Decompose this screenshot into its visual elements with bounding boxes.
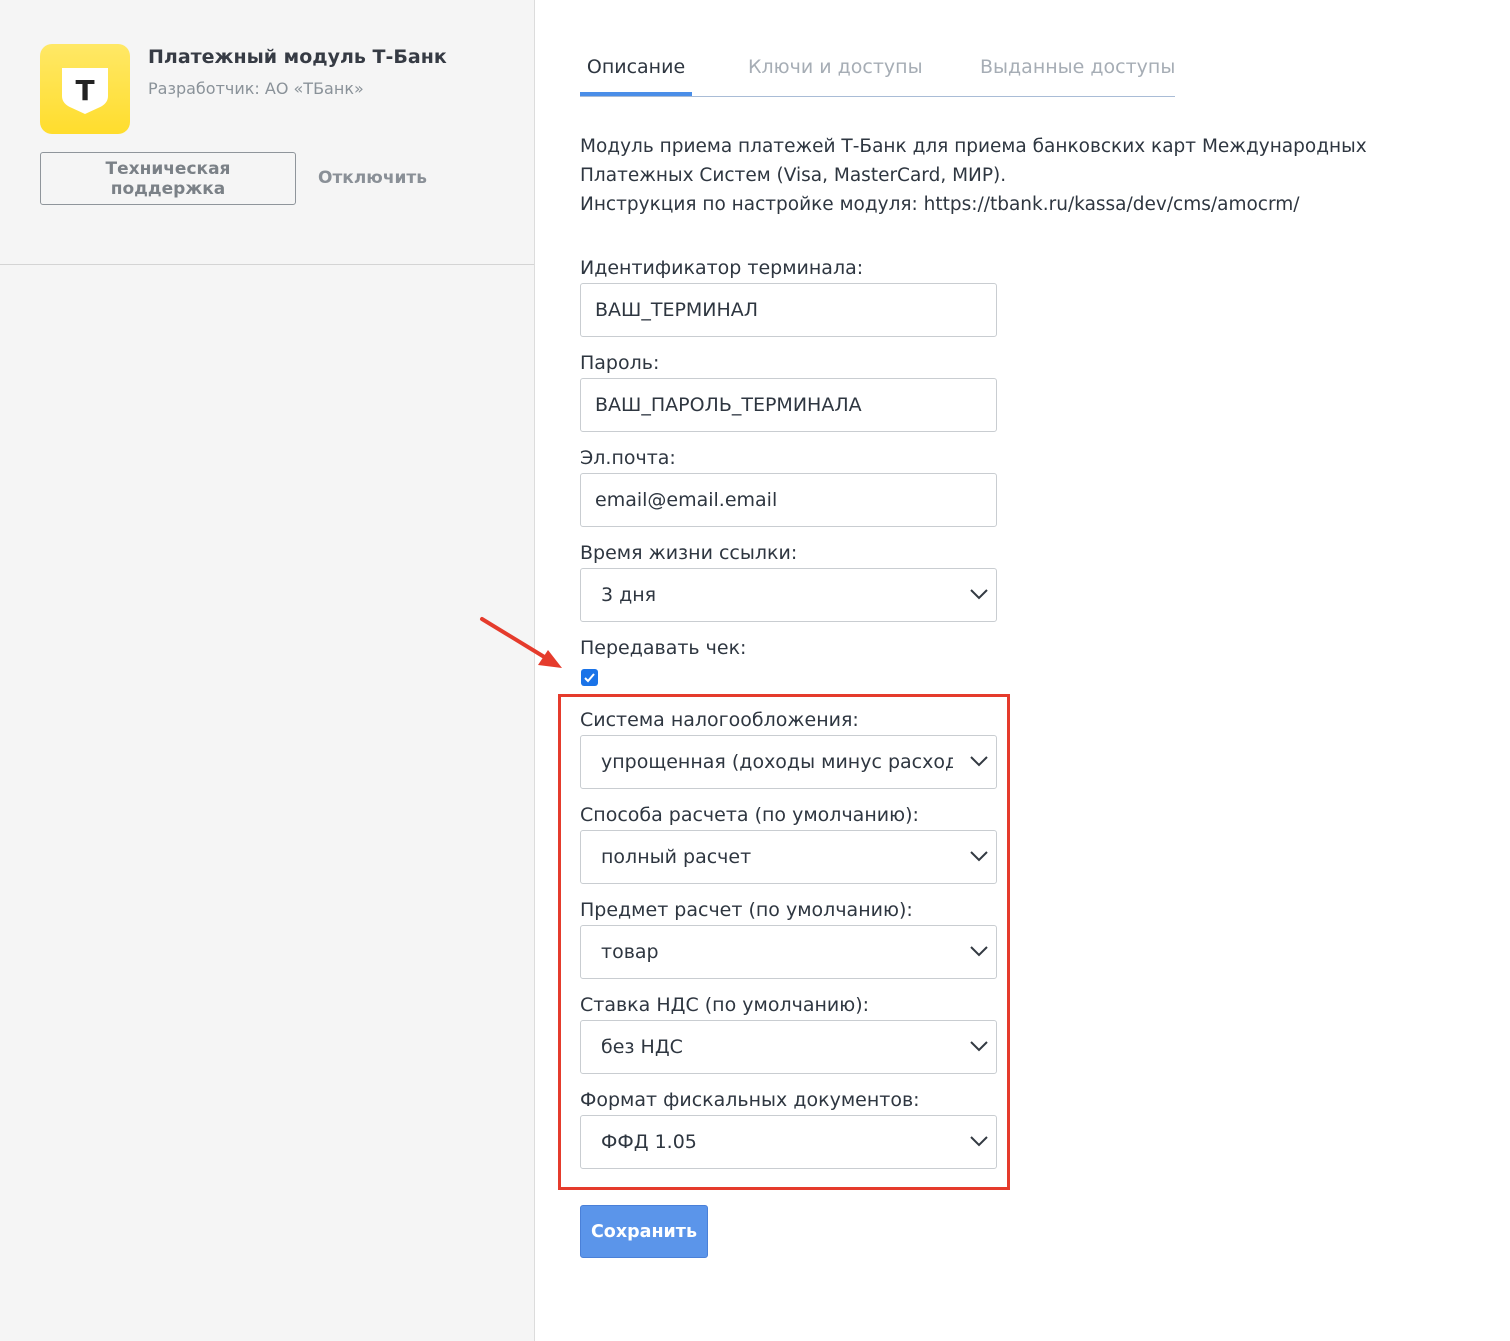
ffd-format-value: ФФД 1.05 [601,1131,697,1153]
disable-link[interactable]: Отключить [318,168,427,188]
app-logo: T [40,44,130,134]
link-lifetime-select[interactable]: 3 дня [580,568,997,622]
payment-method-select[interactable]: полный расчет [580,830,997,884]
app-developer: Разработчик: АО «ТБанк» [148,79,364,98]
check-icon [584,673,595,683]
chevron-down-icon [970,851,988,862]
send-receipt-label: Передавать чек: [580,637,747,659]
save-button[interactable]: Сохранить [580,1205,708,1258]
vat-rate-value: без НДС [601,1036,683,1058]
app-title: Платежный модуль Т-Банк [148,46,447,68]
description-line: Модуль приема платежей Т-Банк для приема… [580,136,1367,157]
chevron-down-icon [970,1041,988,1052]
link-lifetime-value: 3 дня [601,584,657,606]
terminal-id-input[interactable] [580,283,997,337]
support-button[interactable]: Техническая поддержка [40,152,296,205]
app-header: T Платежный модуль Т-Банк Разработчик: А… [0,0,534,265]
tax-system-select[interactable]: упрощенная (доходы минус расходы) [580,735,997,789]
chevron-down-icon [970,756,988,767]
payment-object-value: товар [601,941,659,963]
payment-object-select[interactable]: товар [580,925,997,979]
payment-object-label: Предмет расчет (по умолчанию): [580,899,913,921]
arrow-icon [480,617,562,668]
vat-rate-label: Ставка НДС (по умолчанию): [580,994,870,1016]
payment-method-label: Способа расчета (по умолчанию): [580,804,919,826]
vat-rate-select[interactable]: без НДС [580,1020,997,1074]
terminal-id-label: Идентификатор терминала: [580,257,864,279]
ffd-format-label: Формат фискальных документов: [580,1089,920,1111]
chevron-down-icon [970,1136,988,1147]
module-description: Модуль приема платежей Т-Банк для приема… [580,132,1460,219]
payment-method-value: полный расчет [601,846,752,868]
chevron-down-icon [970,946,988,957]
left-panel: T Платежный модуль Т-Банк Разработчик: А… [0,0,535,1341]
logo-letter: T [75,74,94,107]
send-receipt-checkbox[interactable] [581,669,598,686]
password-label: Пароль: [580,352,660,374]
email-input[interactable] [580,473,997,527]
tabs: Описание Ключи и доступы Выданные доступ… [580,56,1175,97]
description-line: Инструкция по настройке модуля: https://… [580,194,1300,215]
chevron-down-icon [970,589,988,600]
description-line: Платежных Систем (Visa, MasterCard, МИР)… [580,165,1007,186]
tbank-shield-icon: T [62,68,108,114]
ffd-format-select[interactable]: ФФД 1.05 [580,1115,997,1169]
email-label: Эл.почта: [580,447,676,469]
tax-system-value: упрощенная (доходы минус расходы) [601,751,953,773]
tab-description[interactable]: Описание [580,56,692,96]
tax-system-label: Система налогообложения: [580,709,859,731]
tab-granted-access[interactable]: Выданные доступы [980,56,1175,96]
password-input[interactable] [580,378,997,432]
link-lifetime-label: Время жизни ссылки: [580,542,798,564]
tab-keys-and-access[interactable]: Ключи и доступы [748,56,923,96]
